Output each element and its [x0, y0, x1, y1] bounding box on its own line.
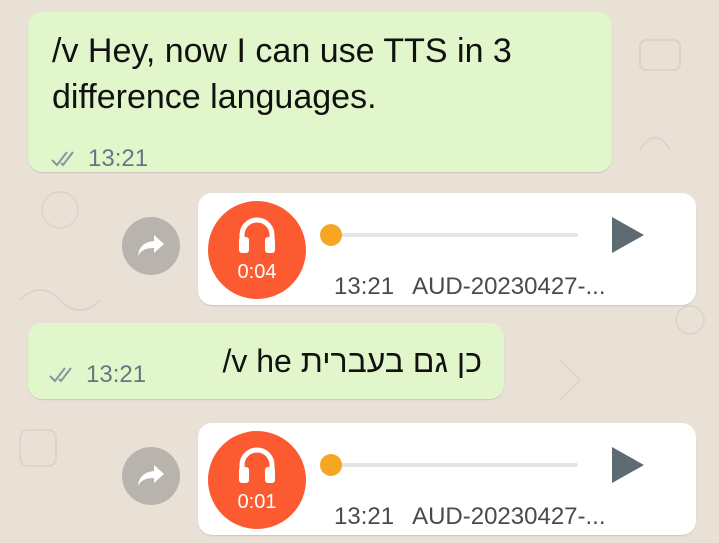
message-text: /v Hey, now I can use TTS in 3 differenc…	[52, 32, 512, 116]
audio-meta: 13:21 AUD-20230427-...	[334, 273, 606, 301]
audio-avatar: 0:01	[208, 431, 306, 529]
audio-duration: 0:01	[237, 491, 277, 513]
message-text: /v he כן גם בעברית	[222, 343, 482, 379]
audio-avatar: 0:04	[208, 201, 306, 299]
audio-time: 13:21	[334, 503, 395, 530]
forward-button[interactable]	[122, 217, 180, 275]
incoming-voice-message[interactable]: 0:04 13:21 AUD-20230427-...	[198, 193, 696, 305]
audio-progress-track[interactable]	[326, 463, 578, 467]
message-time: 13:21	[88, 145, 149, 172]
forward-icon	[138, 235, 164, 256]
audio-time: 13:21	[334, 273, 395, 300]
double-check-icon	[49, 367, 72, 383]
incoming-voice-message[interactable]: 0:01 13:21 AUD-20230427-...	[198, 423, 696, 535]
headphones-icon	[239, 217, 275, 253]
audio-duration: 0:04	[237, 261, 277, 283]
audio-progress-track[interactable]	[326, 233, 578, 237]
outgoing-text-message[interactable]: /v Hey, now I can use TTS in 3 differenc…	[28, 12, 612, 172]
play-icon[interactable]	[610, 445, 646, 485]
audio-filename: AUD-20230427-...	[412, 273, 606, 300]
message-time: 13:21	[86, 361, 147, 388]
audio-filename: AUD-20230427-...	[412, 503, 606, 530]
forward-icon	[138, 465, 164, 486]
audio-meta: 13:21 AUD-20230427-...	[334, 503, 606, 531]
headphones-icon	[239, 447, 275, 483]
forward-button[interactable]	[122, 447, 180, 505]
message-meta: 13:21	[50, 145, 148, 173]
double-check-icon	[51, 151, 74, 167]
message-meta: 13:21	[48, 361, 146, 389]
outgoing-text-message[interactable]: 13:21 /v he כן גם בעברית	[28, 323, 504, 399]
audio-progress-knob[interactable]	[320, 454, 342, 476]
audio-progress-knob[interactable]	[320, 224, 342, 246]
play-icon[interactable]	[610, 215, 646, 255]
